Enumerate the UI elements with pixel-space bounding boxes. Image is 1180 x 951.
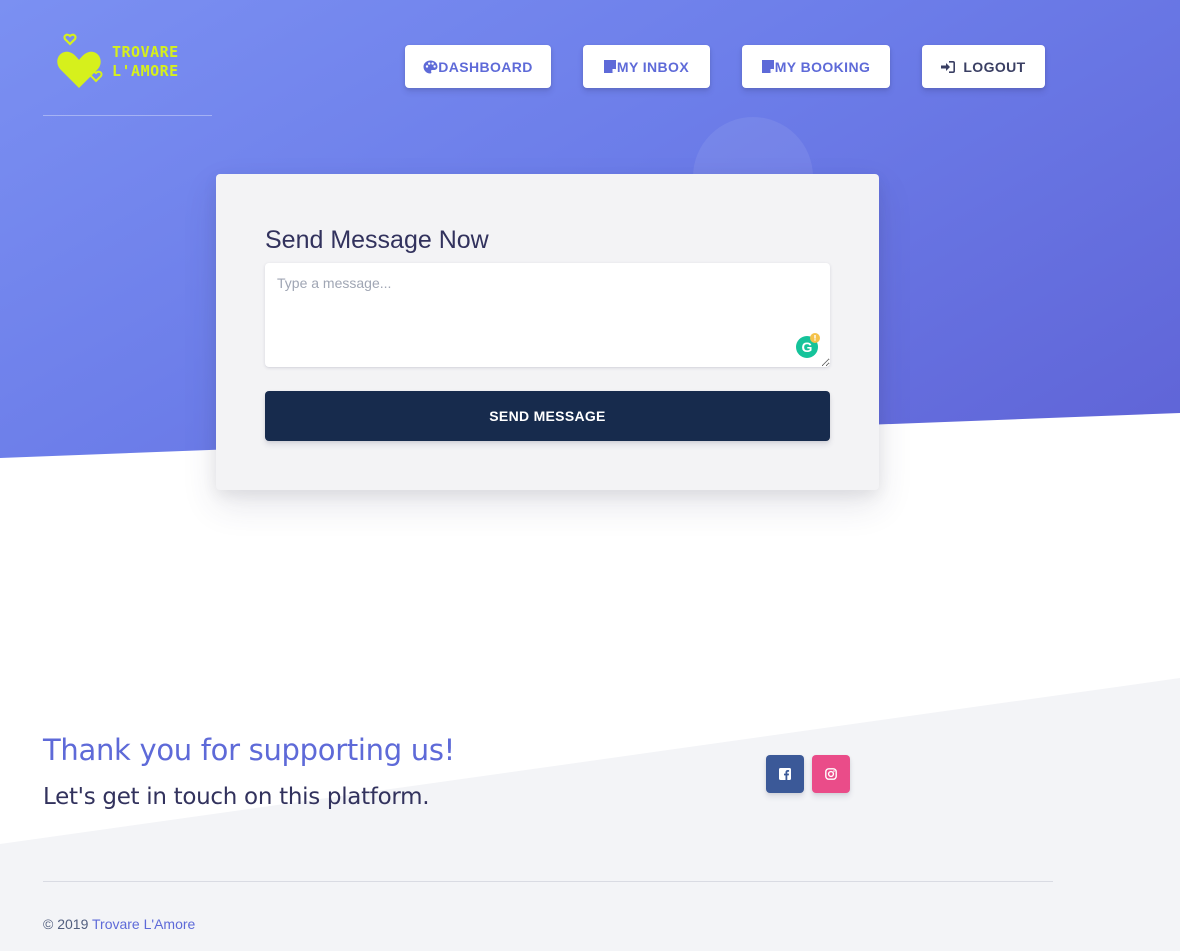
nav-dashboard-button[interactable]: DASHBOARD	[405, 45, 551, 88]
page: TROVARE L'AMORE DASHBOARD MY INBOX MY BO…	[0, 0, 1180, 951]
sign-in-icon	[941, 60, 956, 73]
send-message-button[interactable]: SEND MESSAGE	[265, 391, 830, 441]
nav-booking-label: MY BOOKING	[774, 58, 871, 75]
copyright-link[interactable]: Trovare L'Amore	[92, 916, 195, 932]
brand-name-line2: L'AMORE	[112, 62, 179, 80]
instagram-icon	[825, 768, 837, 780]
nav-logout-button[interactable]: LOGOUT	[922, 45, 1045, 88]
footer-background	[0, 678, 1180, 951]
copyright: © 2019 Trovare L'Amore	[43, 916, 195, 932]
message-card-title: Send Message Now	[265, 226, 489, 254]
instagram-button[interactable]	[812, 755, 850, 793]
nav-inbox-button[interactable]: MY INBOX	[583, 45, 710, 88]
logo-divider	[43, 115, 212, 116]
facebook-icon	[779, 768, 791, 780]
note-icon	[603, 59, 617, 74]
nav-inbox-label: MY INBOX	[616, 58, 690, 75]
palette-icon	[423, 60, 438, 74]
brand-name: TROVARE L'AMORE	[112, 43, 179, 81]
facebook-button[interactable]	[766, 755, 804, 793]
note-icon	[761, 59, 775, 74]
grammarly-icon[interactable]: G	[795, 333, 821, 359]
brand-name-line1: TROVARE	[112, 43, 179, 61]
nav-booking-button[interactable]: MY BOOKING	[742, 45, 890, 88]
footer-divider	[43, 881, 1053, 882]
message-textarea[interactable]	[265, 263, 830, 367]
svg-text:G: G	[802, 339, 813, 355]
footer-thanks-heading: Thank you for supporting us!	[43, 733, 455, 767]
copyright-prefix: © 2019	[43, 916, 89, 932]
hearts-icon	[57, 33, 103, 88]
nav-dashboard-label: DASHBOARD	[438, 58, 533, 75]
brand-logo[interactable]: TROVARE L'AMORE	[56, 32, 179, 92]
nav-logout-label: LOGOUT	[963, 58, 1026, 75]
footer-touch-text: Let's get in touch on this platform.	[43, 784, 430, 810]
message-card: Send Message Now G SEND MESSAGE	[216, 174, 879, 490]
